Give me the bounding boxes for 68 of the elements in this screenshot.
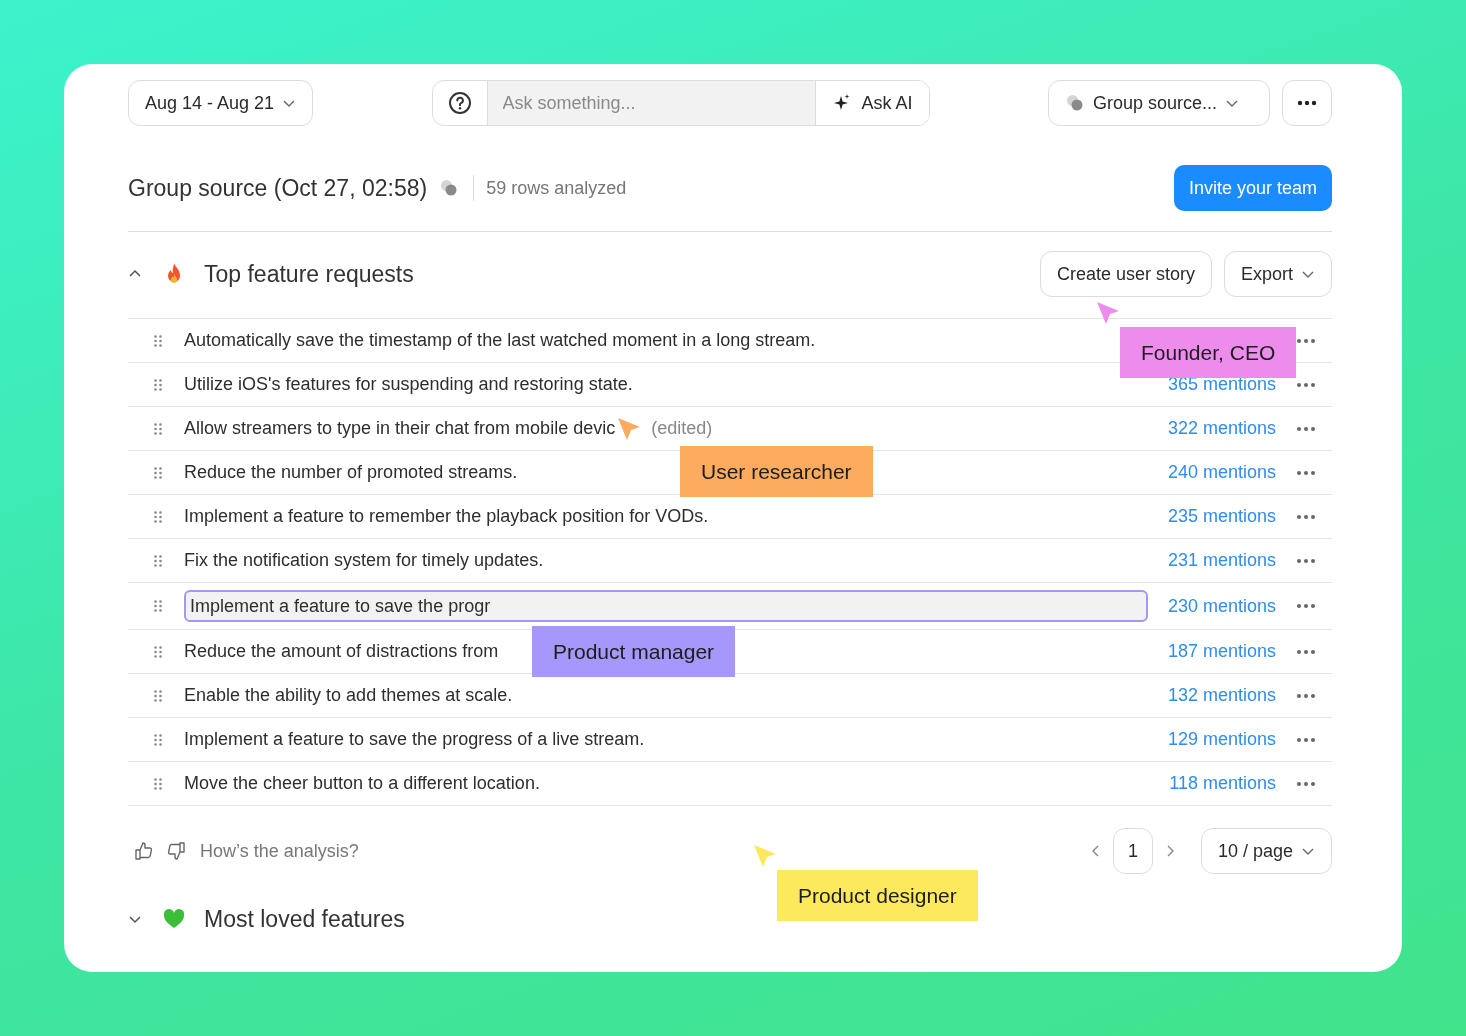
mentions-link[interactable]: 129 mentions (1167, 729, 1276, 750)
more-icon[interactable] (1296, 381, 1316, 388)
thumbs-up-icon[interactable] (134, 841, 154, 861)
more-icon[interactable] (1296, 692, 1316, 699)
page-size-select[interactable]: 10 / page (1200, 828, 1332, 874)
edit-field[interactable]: Implement a feature to save the progr (184, 590, 1148, 622)
more-button[interactable] (1282, 80, 1332, 126)
more-icon[interactable] (1296, 736, 1316, 743)
request-text: Reduce the number of promoted streams. (184, 462, 518, 483)
drag-handle-icon[interactable] (154, 378, 162, 391)
section-title: Top feature requests (204, 260, 414, 288)
mentions-link[interactable]: 322 mentions (1167, 418, 1276, 439)
more-icon[interactable] (1296, 557, 1316, 564)
mentions-link[interactable]: 235 mentions (1167, 506, 1276, 527)
request-text: Implement a feature to remember the playback position for VODs. (184, 506, 709, 527)
request-text: Move the cheer button to a different location. (184, 773, 540, 794)
more-icon[interactable] (1296, 780, 1316, 787)
drag-handle-icon[interactable] (154, 422, 162, 435)
more-icon[interactable] (1296, 603, 1316, 609)
mentions-link[interactable]: 118 mentions (1169, 773, 1276, 794)
request-text: Automatically save the timestamp of the last watched moment in a long stream. (184, 330, 816, 351)
mentions-link[interactable]: 230 mentions (1167, 595, 1276, 617)
cursor-label: Founder, CEO (1120, 327, 1297, 378)
drag-handle-icon[interactable] (154, 645, 162, 658)
drag-handle-icon[interactable] (154, 554, 162, 567)
request-text: Implement a feature to save the progress of a live stream. (184, 729, 645, 750)
date-range-button[interactable]: Aug 14 - Aug 21 (128, 80, 314, 126)
help-icon[interactable] (447, 91, 472, 115)
drag-handle-icon[interactable] (154, 510, 162, 523)
more-icon[interactable] (1296, 425, 1316, 432)
mentions-link[interactable]: 231 mentions (1167, 550, 1276, 571)
more-icon[interactable] (1296, 648, 1316, 655)
page-button[interactable]: 1 (1112, 828, 1153, 874)
more-icon[interactable] (1296, 513, 1316, 520)
thumbs-down-icon[interactable] (166, 841, 186, 861)
rows-analyzed: 59 rows analyzed (486, 177, 627, 199)
heart-icon (162, 907, 186, 931)
drag-handle-icon[interactable] (154, 733, 162, 746)
section-title: Most loved features (204, 905, 405, 933)
drag-handle-icon[interactable] (154, 334, 162, 347)
drag-handle-icon[interactable] (154, 600, 162, 612)
mentions-link[interactable]: 187 mentions (1167, 641, 1276, 662)
drag-handle-icon[interactable] (154, 689, 162, 702)
mentions-link[interactable]: 132 mentions (1167, 685, 1276, 706)
request-text: Utilize iOS's features for suspending and restoring state. (184, 374, 633, 395)
circles-icon (1065, 93, 1085, 113)
feedback-prompt: How’s the analysis? (200, 840, 359, 862)
group-source-select[interactable]: Group source... (1048, 80, 1270, 126)
request-text: Enable the ability to add themes at scale. (184, 685, 513, 706)
drag-handle-icon[interactable] (154, 777, 162, 790)
more-icon[interactable] (1296, 469, 1316, 476)
request-text: Allow streamers to type in their chat from mobile devic (184, 418, 616, 439)
source-title: Group source (Oct 27, 02:58) (128, 174, 428, 202)
edited-label: (edited) (651, 418, 713, 439)
mentions-link[interactable]: 240 mentions (1167, 462, 1276, 483)
cursor-label: Product designer (777, 870, 978, 921)
chevron-left-icon[interactable] (1090, 844, 1101, 858)
request-text: Fix the notification system for timely updates. (184, 550, 544, 571)
more-icon (1297, 100, 1317, 106)
request-text: Reduce the amount of distractions from (184, 641, 499, 662)
more-icon[interactable] (1296, 337, 1316, 344)
invite-button[interactable]: Invite your team (1173, 165, 1332, 211)
drag-handle-icon[interactable] (154, 466, 162, 479)
cursor-label: Product manager (532, 626, 736, 677)
cursor-label: User researcher (680, 446, 873, 497)
ask-field[interactable]: Ask something... (486, 81, 816, 125)
export-button[interactable]: Export (1223, 251, 1332, 297)
create-story-button[interactable]: Create user story (1039, 251, 1212, 297)
